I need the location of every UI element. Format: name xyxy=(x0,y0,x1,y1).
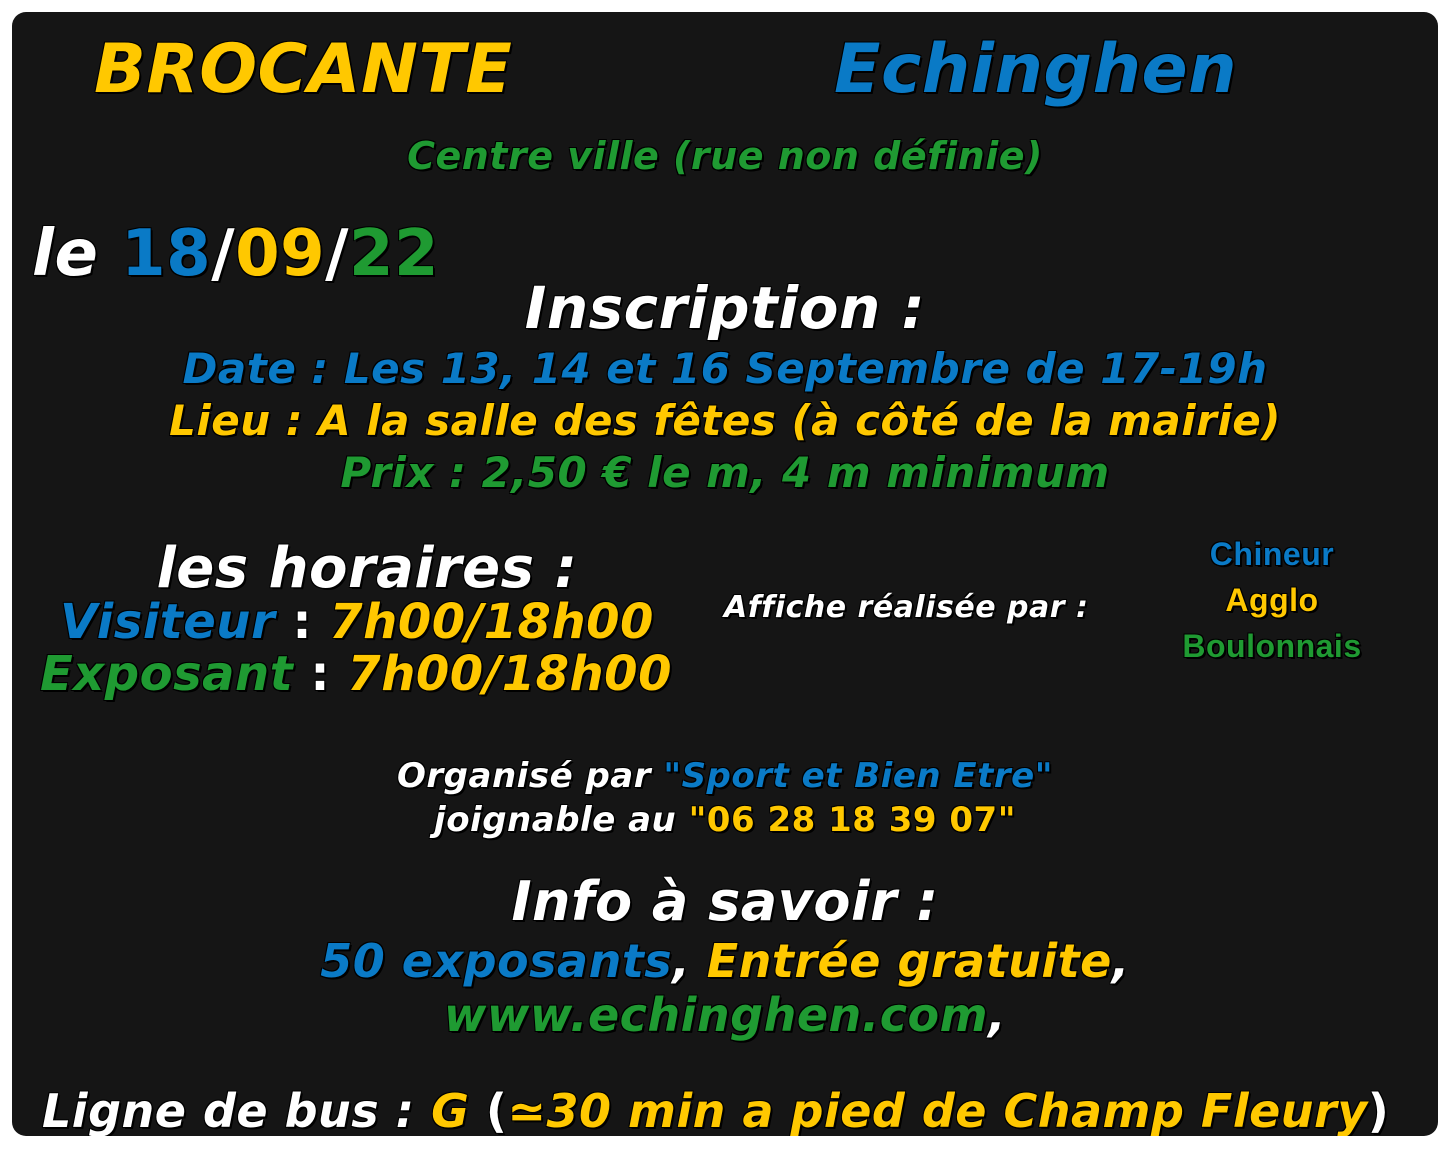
contact-line: joignable au "06 28 18 39 07" xyxy=(12,800,1438,840)
horaires-visiteur: Visiteur : 7h00/18h00 xyxy=(60,594,654,650)
bus-detail: ≃30 min a pied de Champ Fleury xyxy=(507,1084,1368,1136)
info-exposants: 50 exposants xyxy=(320,934,673,988)
info-heading: Info à savoir : xyxy=(511,870,939,933)
info-entree: Entrée gratuite xyxy=(706,934,1112,988)
exposant-colon: : xyxy=(293,646,348,702)
inscription-lieu: Lieu : A la salle des fêtes (à côté de l… xyxy=(169,396,1281,445)
organizer-line: Organisé par "Sport et Bien Etre" xyxy=(12,756,1438,796)
visiteur-time: 7h00/18h00 xyxy=(329,594,654,650)
organizer-name: "Sport et Bien Etre" xyxy=(663,756,1053,796)
poster-title: BROCANTE xyxy=(94,30,513,109)
info-comma-3: , xyxy=(988,988,1007,1042)
bus-paren-close: ) xyxy=(1367,1084,1390,1136)
info-comma-1: , xyxy=(672,934,691,988)
town-name: Echinghen xyxy=(834,30,1238,109)
contact-phone: "06 28 18 39 07" xyxy=(688,800,1016,840)
location-line: Centre ville (rue non définie) xyxy=(407,134,1043,178)
info-comma-2: , xyxy=(1111,934,1130,988)
credit-line-3: Boulonnais xyxy=(1182,628,1362,664)
visiteur-label: Visiteur xyxy=(60,594,276,650)
poster: BROCANTE Echinghen Centre ville (rue non… xyxy=(12,12,1438,1136)
bus-prefix: Ligne de bus : xyxy=(42,1084,432,1136)
inscription-date: Date : Les 13, 14 et 16 Septembre de 17-… xyxy=(182,344,1268,393)
organizer-prefix: Organisé par xyxy=(397,756,664,796)
visiteur-colon: : xyxy=(275,594,330,650)
horaires-heading: les horaires : xyxy=(156,536,578,601)
bus-line: Ligne de bus : G (≃30 min a pied de Cham… xyxy=(42,1084,1389,1136)
exposant-time: 7h00/18h00 xyxy=(347,646,672,702)
inscription-prix: Prix : 2,50 € le m, 4 m minimum xyxy=(340,448,1110,497)
inscription-heading: Inscription : xyxy=(524,274,926,342)
info-line-2: www.echinghen.com, xyxy=(12,988,1438,1042)
credit-line-2: Agglo xyxy=(1225,582,1319,618)
credit-line-1: Chineur xyxy=(1209,536,1335,572)
credit-label: Affiche réalisée par : xyxy=(724,590,1089,625)
info-website: www.echinghen.com xyxy=(443,988,989,1042)
exposant-label: Exposant xyxy=(40,646,294,702)
bus-line-letter: G xyxy=(431,1084,470,1136)
info-line-1: 50 exposants, Entrée gratuite, xyxy=(12,934,1438,988)
bus-paren-open: ( xyxy=(469,1084,508,1136)
contact-prefix: joignable au xyxy=(434,800,689,840)
horaires-exposant: Exposant : 7h00/18h00 xyxy=(40,646,672,702)
